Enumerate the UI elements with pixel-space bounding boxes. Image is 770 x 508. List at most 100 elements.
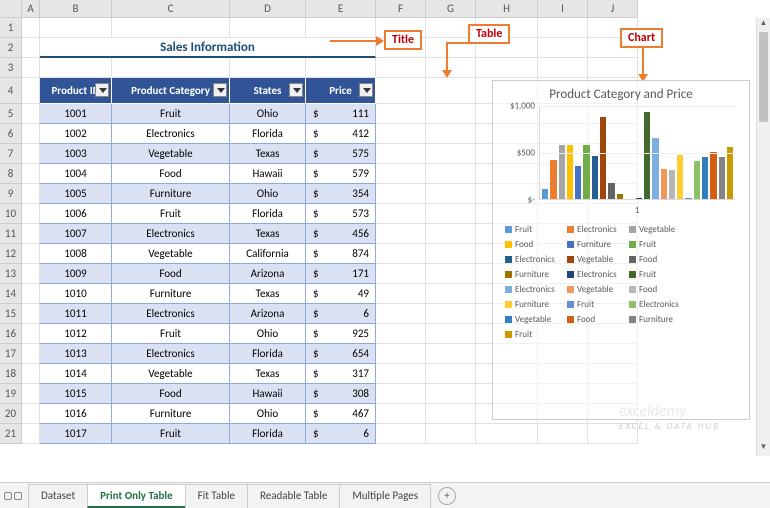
filter-dropdown-icon[interactable] <box>213 83 227 97</box>
filter-dropdown-icon[interactable] <box>95 83 109 97</box>
table-cell[interactable]: Furniture <box>112 284 230 304</box>
col-header-I[interactable]: I <box>538 0 588 18</box>
filter-dropdown-icon[interactable] <box>289 83 303 97</box>
table-cell[interactable]: 1009 <box>40 264 112 284</box>
col-header-A[interactable]: A <box>22 0 40 18</box>
table-cell[interactable]: 1015 <box>40 384 112 404</box>
select-all-corner[interactable] <box>0 0 22 18</box>
table-cell[interactable]: Furniture <box>112 184 230 204</box>
row-header-5[interactable]: 5 <box>0 104 22 124</box>
table-cell[interactable]: 1016 <box>40 404 112 424</box>
table-cell[interactable]: Texas <box>230 224 306 244</box>
table-cell[interactable]: Vegetable <box>112 364 230 384</box>
table-header[interactable]: States <box>230 78 306 104</box>
col-header-C[interactable]: C <box>112 0 230 18</box>
table-cell[interactable]: Florida <box>230 344 306 364</box>
table-cell[interactable]: 1007 <box>40 224 112 244</box>
table-cell[interactable]: $925 <box>306 324 376 344</box>
table-cell[interactable]: Florida <box>230 204 306 224</box>
vertical-scrollbar[interactable]: ▲ ▼ <box>756 18 770 456</box>
row-header-14[interactable]: 14 <box>0 284 22 304</box>
table-cell[interactable]: 1012 <box>40 324 112 344</box>
scroll-up-icon[interactable]: ▲ <box>757 18 770 32</box>
table-cell[interactable]: $874 <box>306 244 376 264</box>
table-cell[interactable]: Food <box>112 164 230 184</box>
table-cell[interactable]: $171 <box>306 264 376 284</box>
table-header[interactable]: Price <box>306 78 376 104</box>
table-cell[interactable]: 1002 <box>40 124 112 144</box>
table-cell[interactable]: Fruit <box>112 104 230 124</box>
scroll-down-icon[interactable]: ▼ <box>757 442 770 456</box>
table-cell[interactable]: 1010 <box>40 284 112 304</box>
table-cell[interactable]: $654 <box>306 344 376 364</box>
row-headers[interactable]: 123456789101112131415161718192021 <box>0 18 22 444</box>
table-cell[interactable]: $467 <box>306 404 376 424</box>
table-cell[interactable]: Florida <box>230 424 306 444</box>
table-cell[interactable]: Florida <box>230 124 306 144</box>
col-header-B[interactable]: B <box>40 0 112 18</box>
tab-nav-icons[interactable] <box>4 492 22 500</box>
table-cell[interactable]: Texas <box>230 284 306 304</box>
row-header-6[interactable]: 6 <box>0 124 22 144</box>
table-cell[interactable]: 1013 <box>40 344 112 364</box>
row-header-8[interactable]: 8 <box>0 164 22 184</box>
filter-dropdown-icon[interactable] <box>359 83 373 97</box>
table-cell[interactable]: 1003 <box>40 144 112 164</box>
table-cell[interactable]: Fruit <box>112 324 230 344</box>
table-cell[interactable]: Vegetable <box>112 244 230 264</box>
table-cell[interactable]: $573 <box>306 204 376 224</box>
table-cell[interactable]: 1017 <box>40 424 112 444</box>
row-header-19[interactable]: 19 <box>0 384 22 404</box>
table-cell[interactable]: Ohio <box>230 324 306 344</box>
table-cell[interactable]: 1008 <box>40 244 112 264</box>
row-header-16[interactable]: 16 <box>0 324 22 344</box>
title-cell[interactable]: Sales Information <box>40 38 376 58</box>
table-cell[interactable]: California <box>230 244 306 264</box>
row-header-15[interactable]: 15 <box>0 304 22 324</box>
row-header-3[interactable]: 3 <box>0 58 22 78</box>
table-header[interactable]: Product ID <box>40 78 112 104</box>
scroll-thumb[interactable] <box>759 32 768 122</box>
table-cell[interactable]: Electronics <box>112 344 230 364</box>
col-header-G[interactable]: G <box>426 0 476 18</box>
table-cell[interactable]: Electronics <box>112 304 230 324</box>
add-sheet-button[interactable]: + <box>438 487 456 505</box>
row-header-17[interactable]: 17 <box>0 344 22 364</box>
row-header-1[interactable]: 1 <box>0 18 22 38</box>
col-header-H[interactable]: H <box>476 0 538 18</box>
table-cell[interactable]: Electronics <box>112 224 230 244</box>
table-cell[interactable]: $6 <box>306 424 376 444</box>
table-cell[interactable]: Food <box>112 264 230 284</box>
row-header-10[interactable]: 10 <box>0 204 22 224</box>
table-cell[interactable]: $575 <box>306 144 376 164</box>
table-cell[interactable]: 1006 <box>40 204 112 224</box>
row-header-21[interactable]: 21 <box>0 424 22 444</box>
table-cell[interactable]: Ohio <box>230 184 306 204</box>
table-cell[interactable]: 1005 <box>40 184 112 204</box>
row-header-4[interactable]: 4 <box>0 78 22 104</box>
col-header-F[interactable]: F <box>376 0 426 18</box>
table-cell[interactable]: $6 <box>306 304 376 324</box>
row-header-11[interactable]: 11 <box>0 224 22 244</box>
table-cell[interactable]: Furniture <box>112 404 230 424</box>
table-cell[interactable]: $412 <box>306 124 376 144</box>
row-header-18[interactable]: 18 <box>0 364 22 384</box>
row-header-9[interactable]: 9 <box>0 184 22 204</box>
table-cell[interactable]: $579 <box>306 164 376 184</box>
table-cell[interactable]: Fruit <box>112 424 230 444</box>
row-header-20[interactable]: 20 <box>0 404 22 424</box>
table-cell[interactable]: $317 <box>306 364 376 384</box>
table-cell[interactable]: Arizona <box>230 264 306 284</box>
table-cell[interactable]: Arizona <box>230 304 306 324</box>
col-header-E[interactable]: E <box>306 0 376 18</box>
row-header-2[interactable]: 2 <box>0 38 22 58</box>
sheet-tab[interactable]: Dataset <box>28 484 88 508</box>
table-cell[interactable]: Ohio <box>230 404 306 424</box>
row-header-7[interactable]: 7 <box>0 144 22 164</box>
table-cell[interactable]: 1014 <box>40 364 112 384</box>
chart[interactable]: Product Category and Price $1,000$500$- … <box>492 80 750 420</box>
table-cell[interactable]: 1004 <box>40 164 112 184</box>
table-cell[interactable]: Texas <box>230 364 306 384</box>
table-cell[interactable]: Electronics <box>112 124 230 144</box>
table-header[interactable]: Product Category <box>112 78 230 104</box>
